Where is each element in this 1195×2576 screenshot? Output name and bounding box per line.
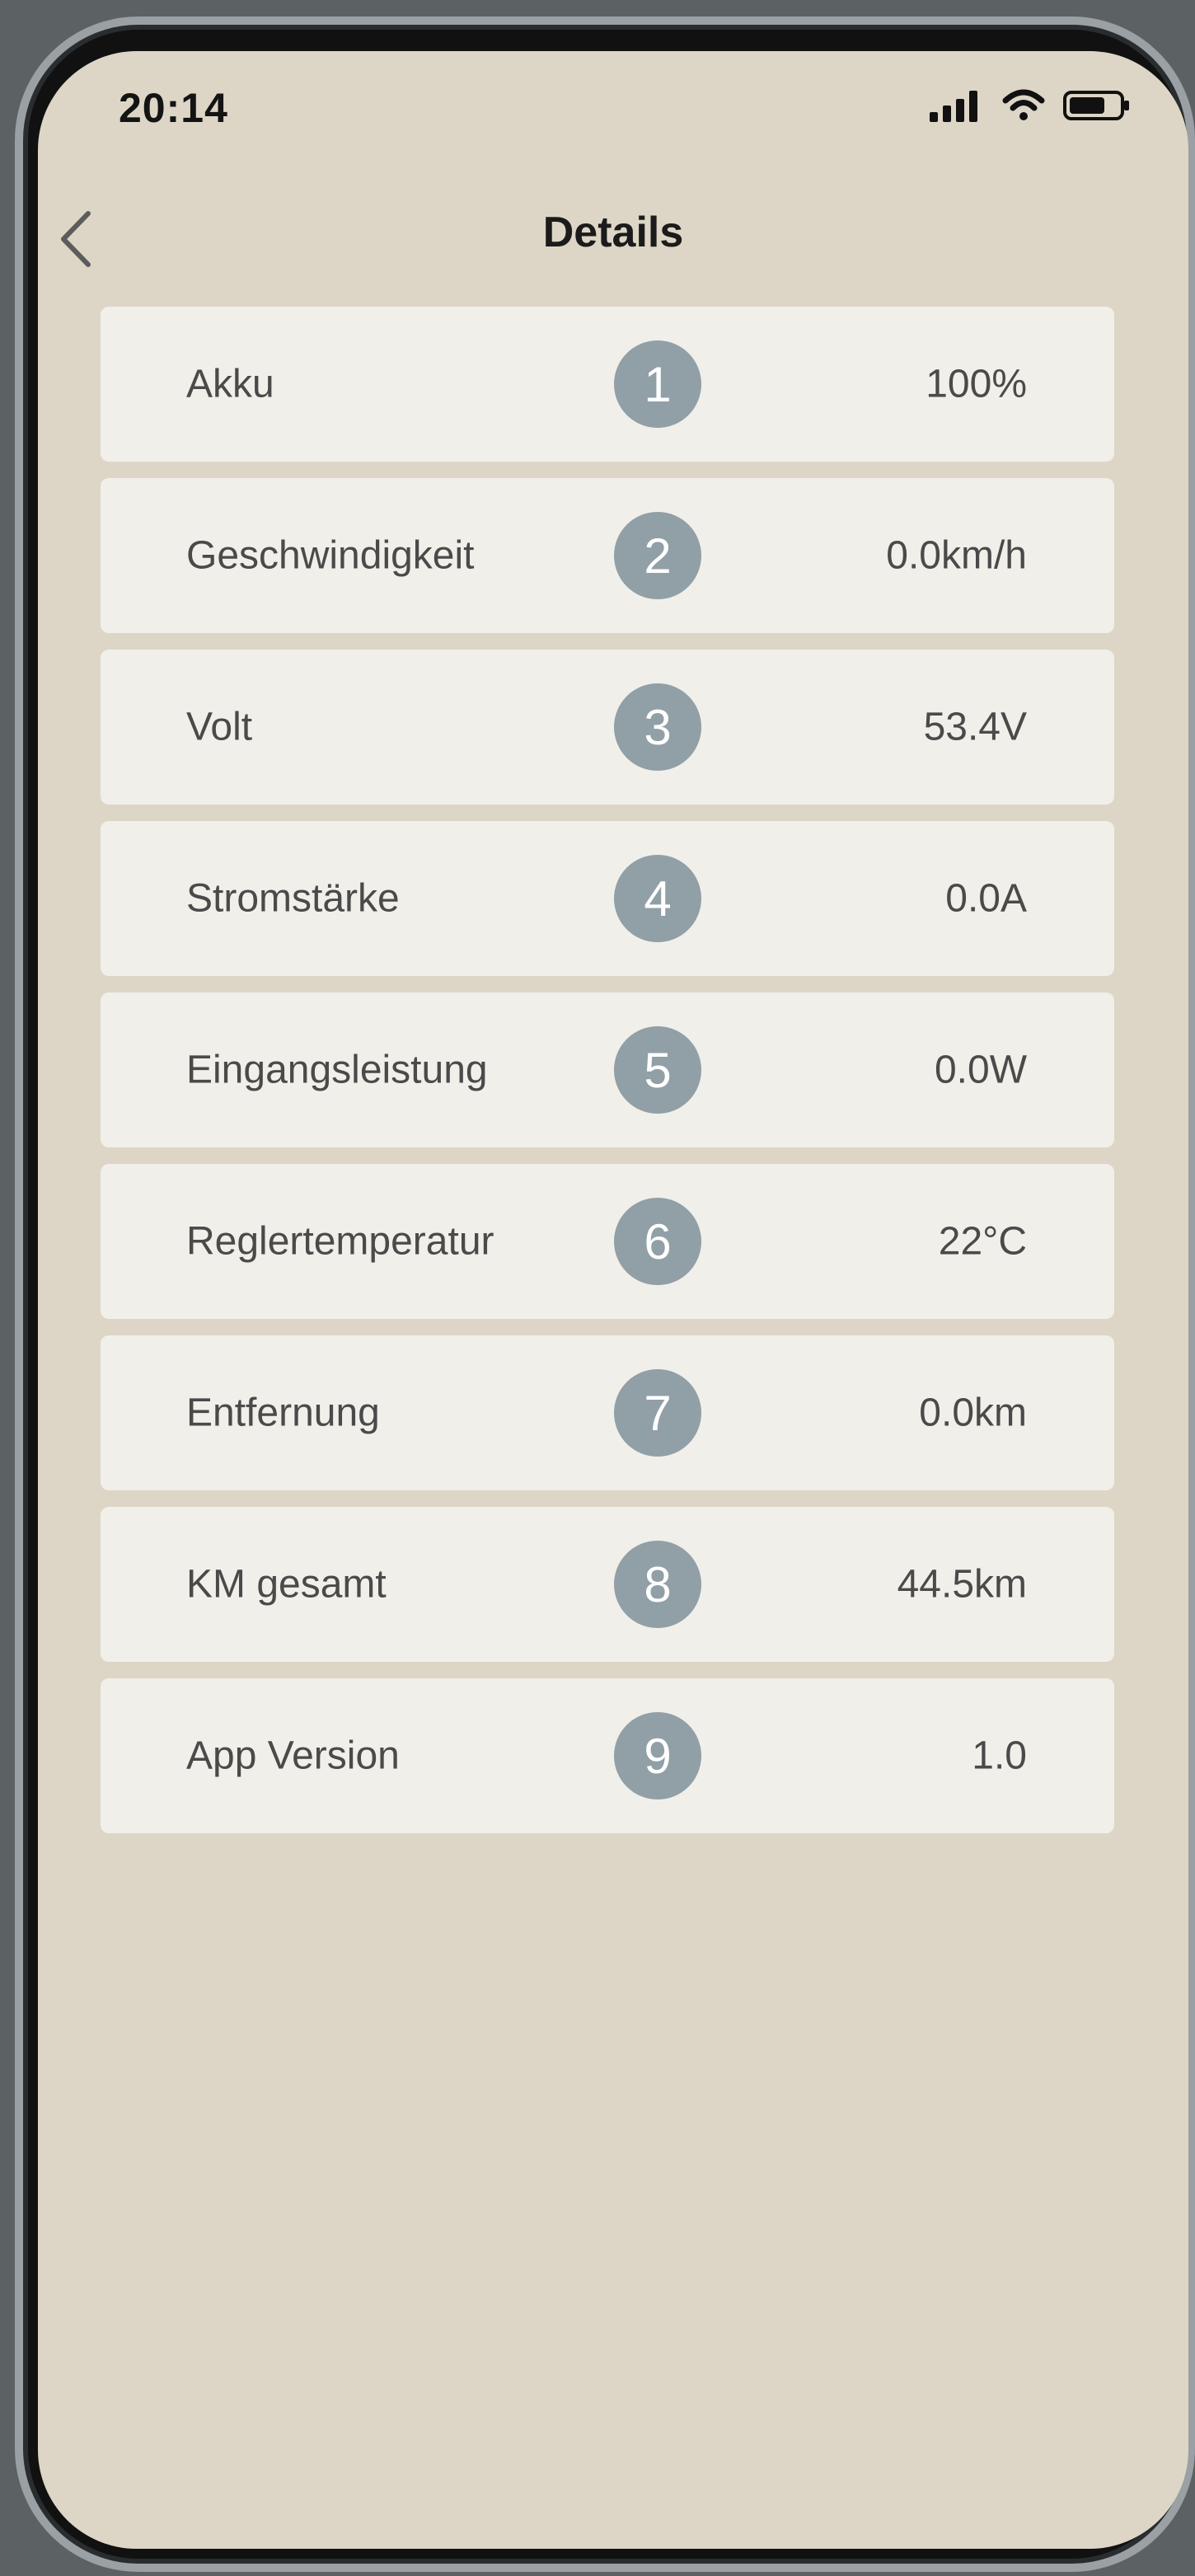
- page-title: Details: [542, 209, 684, 256]
- row-number-badge: 1: [614, 340, 701, 428]
- row-number-badge: 7: [614, 1369, 701, 1457]
- row-label: Entfernung: [186, 1391, 380, 1435]
- signal-icon: [930, 89, 984, 126]
- detail-row-app-version: App Version 9 1.0: [101, 1678, 1114, 1833]
- wifi-icon: [1002, 89, 1045, 126]
- row-value: 1.0: [972, 1734, 1027, 1778]
- screen: 20:14 Details Akku 1 100% Geschwindigkei…: [38, 51, 1188, 2549]
- row-number-badge: 9: [614, 1712, 701, 1799]
- row-label: Eingangsleistung: [186, 1048, 488, 1092]
- row-label: Reglertemperatur: [186, 1219, 494, 1264]
- row-label: Geschwindigkeit: [186, 533, 475, 578]
- row-number-badge: 2: [614, 512, 701, 599]
- row-value: 22°C: [938, 1219, 1027, 1264]
- detail-row-geschwindigkeit: Geschwindigkeit 2 0.0km/h: [101, 478, 1114, 633]
- detail-row-volt: Volt 3 53.4V: [101, 650, 1114, 805]
- detail-row-eingangsleistung: Eingangsleistung 5 0.0W: [101, 992, 1114, 1147]
- row-value: 53.4V: [923, 705, 1027, 749]
- detail-row-reglertemperatur: Reglertemperatur 6 22°C: [101, 1164, 1114, 1319]
- row-number-badge: 3: [614, 683, 701, 771]
- row-value: 0.0W: [934, 1048, 1027, 1092]
- detail-row-stromstaerke: Stromstärke 4 0.0A: [101, 821, 1114, 976]
- row-label: Volt: [186, 705, 253, 749]
- row-value: 0.0km: [919, 1391, 1027, 1435]
- row-value: 0.0km/h: [886, 533, 1027, 578]
- row-value: 0.0A: [945, 876, 1027, 921]
- status-time: 20:14: [119, 85, 228, 131]
- details-list: Akku 1 100% Geschwindigkeit 2 0.0km/h Vo…: [101, 307, 1114, 1833]
- row-number-badge: 4: [614, 855, 701, 942]
- row-label: Stromstärke: [186, 876, 400, 921]
- detail-row-akku: Akku 1 100%: [101, 307, 1114, 462]
- battery-icon: [1063, 89, 1131, 126]
- detail-row-entfernung: Entfernung 7 0.0km: [101, 1335, 1114, 1490]
- row-label: App Version: [186, 1734, 400, 1778]
- row-number-badge: 8: [614, 1541, 701, 1628]
- row-number-badge: 6: [614, 1198, 701, 1285]
- row-label: KM gesamt: [186, 1562, 387, 1607]
- row-number-badge: 5: [614, 1026, 701, 1114]
- row-value: 44.5km: [897, 1562, 1027, 1607]
- row-value: 100%: [926, 362, 1027, 406]
- detail-row-km-gesamt: KM gesamt 8 44.5km: [101, 1507, 1114, 1662]
- status-icons: [930, 89, 1131, 126]
- row-label: Akku: [186, 362, 274, 406]
